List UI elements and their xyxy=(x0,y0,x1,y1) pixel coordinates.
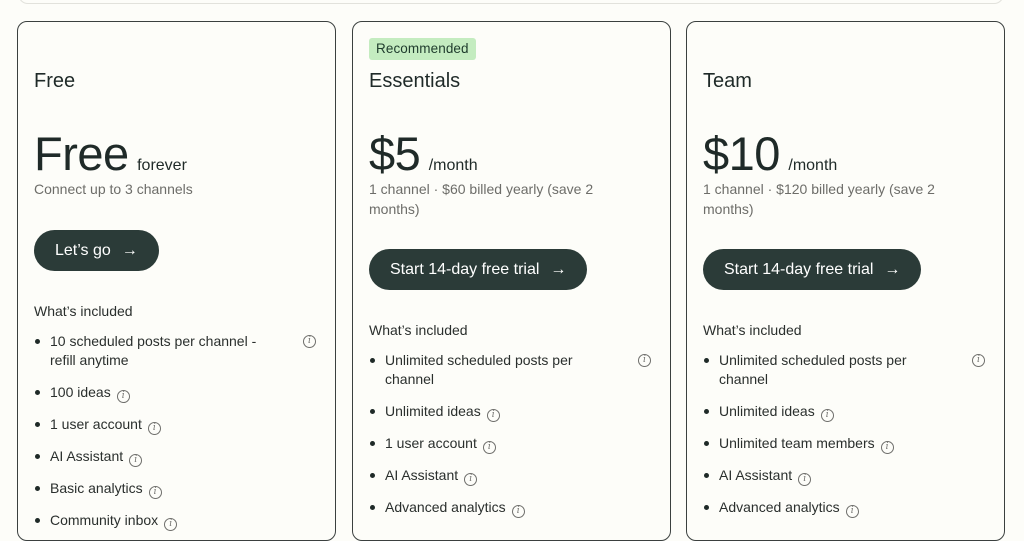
plan-subtitle: 1 channel · $60 billed yearly (save 2 mo… xyxy=(369,181,594,217)
feature-item: AI Assistant i xyxy=(369,466,651,486)
feature-item: Basic analytics i xyxy=(34,479,316,499)
feature-text: Basic analytics xyxy=(50,480,143,496)
feature-item: 10 scheduled posts per channel - refill … xyxy=(34,332,316,371)
included-title: What’s included xyxy=(34,303,133,319)
included-title: What’s included xyxy=(369,322,468,338)
feature-item: Unlimited ideas i xyxy=(369,402,651,422)
info-circle-icon[interactable]: i xyxy=(798,473,812,486)
arrow-right-icon: → xyxy=(121,241,138,259)
feature-text: 10 scheduled posts per channel - refill … xyxy=(50,333,257,368)
plan-price: $10 xyxy=(703,127,780,180)
feature-item: AI Assistant i xyxy=(34,447,316,467)
info-circle-icon[interactable]: i xyxy=(164,518,178,531)
feature-text: Unlimited team members xyxy=(719,435,875,451)
plan-name: Team xyxy=(703,70,752,92)
plan-period: forever xyxy=(137,157,187,174)
plan-card-team: Team $10 /month 1 channel · $120 billed … xyxy=(686,21,1005,541)
feature-item: Unlimited ideas i xyxy=(703,402,985,422)
plan-card-free: Free Free forever Connect up to 3 channe… xyxy=(17,21,336,541)
feature-text: Unlimited scheduled posts per channel xyxy=(719,352,907,387)
feature-item: Unlimited team members i xyxy=(703,434,985,454)
plan-period: /month xyxy=(428,157,478,174)
price-row: Free forever xyxy=(34,126,187,181)
price-row: $5 /month xyxy=(369,126,478,181)
feature-text: Community inbox xyxy=(50,512,159,528)
feature-item: Advanced analytics i xyxy=(703,498,985,518)
plan-name: Free xyxy=(34,70,76,92)
feature-text: Unlimited ideas xyxy=(719,403,815,419)
feature-list: Unlimited scheduled posts per channel i U… xyxy=(369,351,651,518)
feature-item: AI Assistant i xyxy=(703,466,985,486)
feature-item: Advanced analytics i xyxy=(369,498,651,518)
info-circle-icon[interactable]: i xyxy=(464,473,478,486)
feature-text: 1 user account xyxy=(50,416,142,432)
cta-label: Let’s go xyxy=(55,241,111,259)
info-circle-icon[interactable]: i xyxy=(820,409,834,422)
feature-list: 10 scheduled posts per channel - refill … xyxy=(34,332,316,531)
feature-text: Unlimited scheduled posts per channel xyxy=(385,352,573,387)
cta-label: Start 14-day free trial xyxy=(390,260,540,278)
plan-card-essentials: Recommended Essentials $5 /month 1 chann… xyxy=(352,21,671,541)
feature-item: 1 user account i xyxy=(369,434,651,454)
previous-section-box xyxy=(18,0,1004,4)
info-circle-icon[interactable]: i xyxy=(511,505,525,518)
feature-text: Unlimited ideas xyxy=(385,403,481,419)
info-circle-icon[interactable]: i xyxy=(638,354,651,367)
arrow-right-icon: → xyxy=(884,260,901,278)
price-row: $10 /month xyxy=(703,126,837,181)
info-circle-icon[interactable]: i xyxy=(486,409,500,422)
plan-period: /month xyxy=(788,157,838,174)
info-circle-icon[interactable]: i xyxy=(482,441,496,454)
recommended-badge: Recommended xyxy=(369,38,476,60)
feature-text: Advanced analytics xyxy=(719,499,840,515)
feature-item: Unlimited scheduled posts per channel i xyxy=(703,351,985,390)
plan-subtitle: Connect up to 3 channels xyxy=(34,181,193,197)
start-trial-button[interactable]: Start 14-day free trial → xyxy=(369,249,588,290)
included-title: What’s included xyxy=(703,322,802,338)
feature-item: 1 user account i xyxy=(34,415,316,435)
info-circle-icon[interactable]: i xyxy=(880,441,894,454)
feature-text: 100 ideas xyxy=(50,384,111,400)
info-circle-icon[interactable]: i xyxy=(972,354,985,367)
feature-list: Unlimited scheduled posts per channel i U… xyxy=(703,351,985,518)
feature-item: Community inbox i xyxy=(34,511,316,531)
info-circle-icon[interactable]: i xyxy=(129,454,143,467)
feature-text: AI Assistant xyxy=(50,448,124,464)
info-circle-icon[interactable]: i xyxy=(303,335,316,348)
plan-price: $5 xyxy=(369,127,421,180)
feature-item: Unlimited scheduled posts per channel i xyxy=(369,351,651,390)
feature-item: 100 ideas i xyxy=(34,383,316,403)
feature-text: 1 user account xyxy=(385,435,477,451)
cta-label: Start 14-day free trial xyxy=(724,260,874,278)
plan-subtitle: 1 channel · $120 billed yearly (save 2 m… xyxy=(703,181,935,217)
info-circle-icon[interactable]: i xyxy=(845,505,859,518)
info-circle-icon[interactable]: i xyxy=(148,486,162,499)
lets-go-button[interactable]: Let’s go → xyxy=(34,230,159,271)
pricing-plans: Free Free forever Connect up to 3 channe… xyxy=(17,21,1005,541)
info-circle-icon[interactable]: i xyxy=(116,390,130,403)
arrow-right-icon: → xyxy=(550,260,567,278)
start-trial-button[interactable]: Start 14-day free trial → xyxy=(703,249,922,290)
info-circle-icon[interactable]: i xyxy=(147,422,161,435)
feature-text: AI Assistant xyxy=(385,467,459,483)
plan-price: Free xyxy=(34,127,129,180)
feature-text: Advanced analytics xyxy=(385,499,506,515)
feature-text: AI Assistant xyxy=(719,467,793,483)
plan-name: Essentials xyxy=(369,70,461,92)
